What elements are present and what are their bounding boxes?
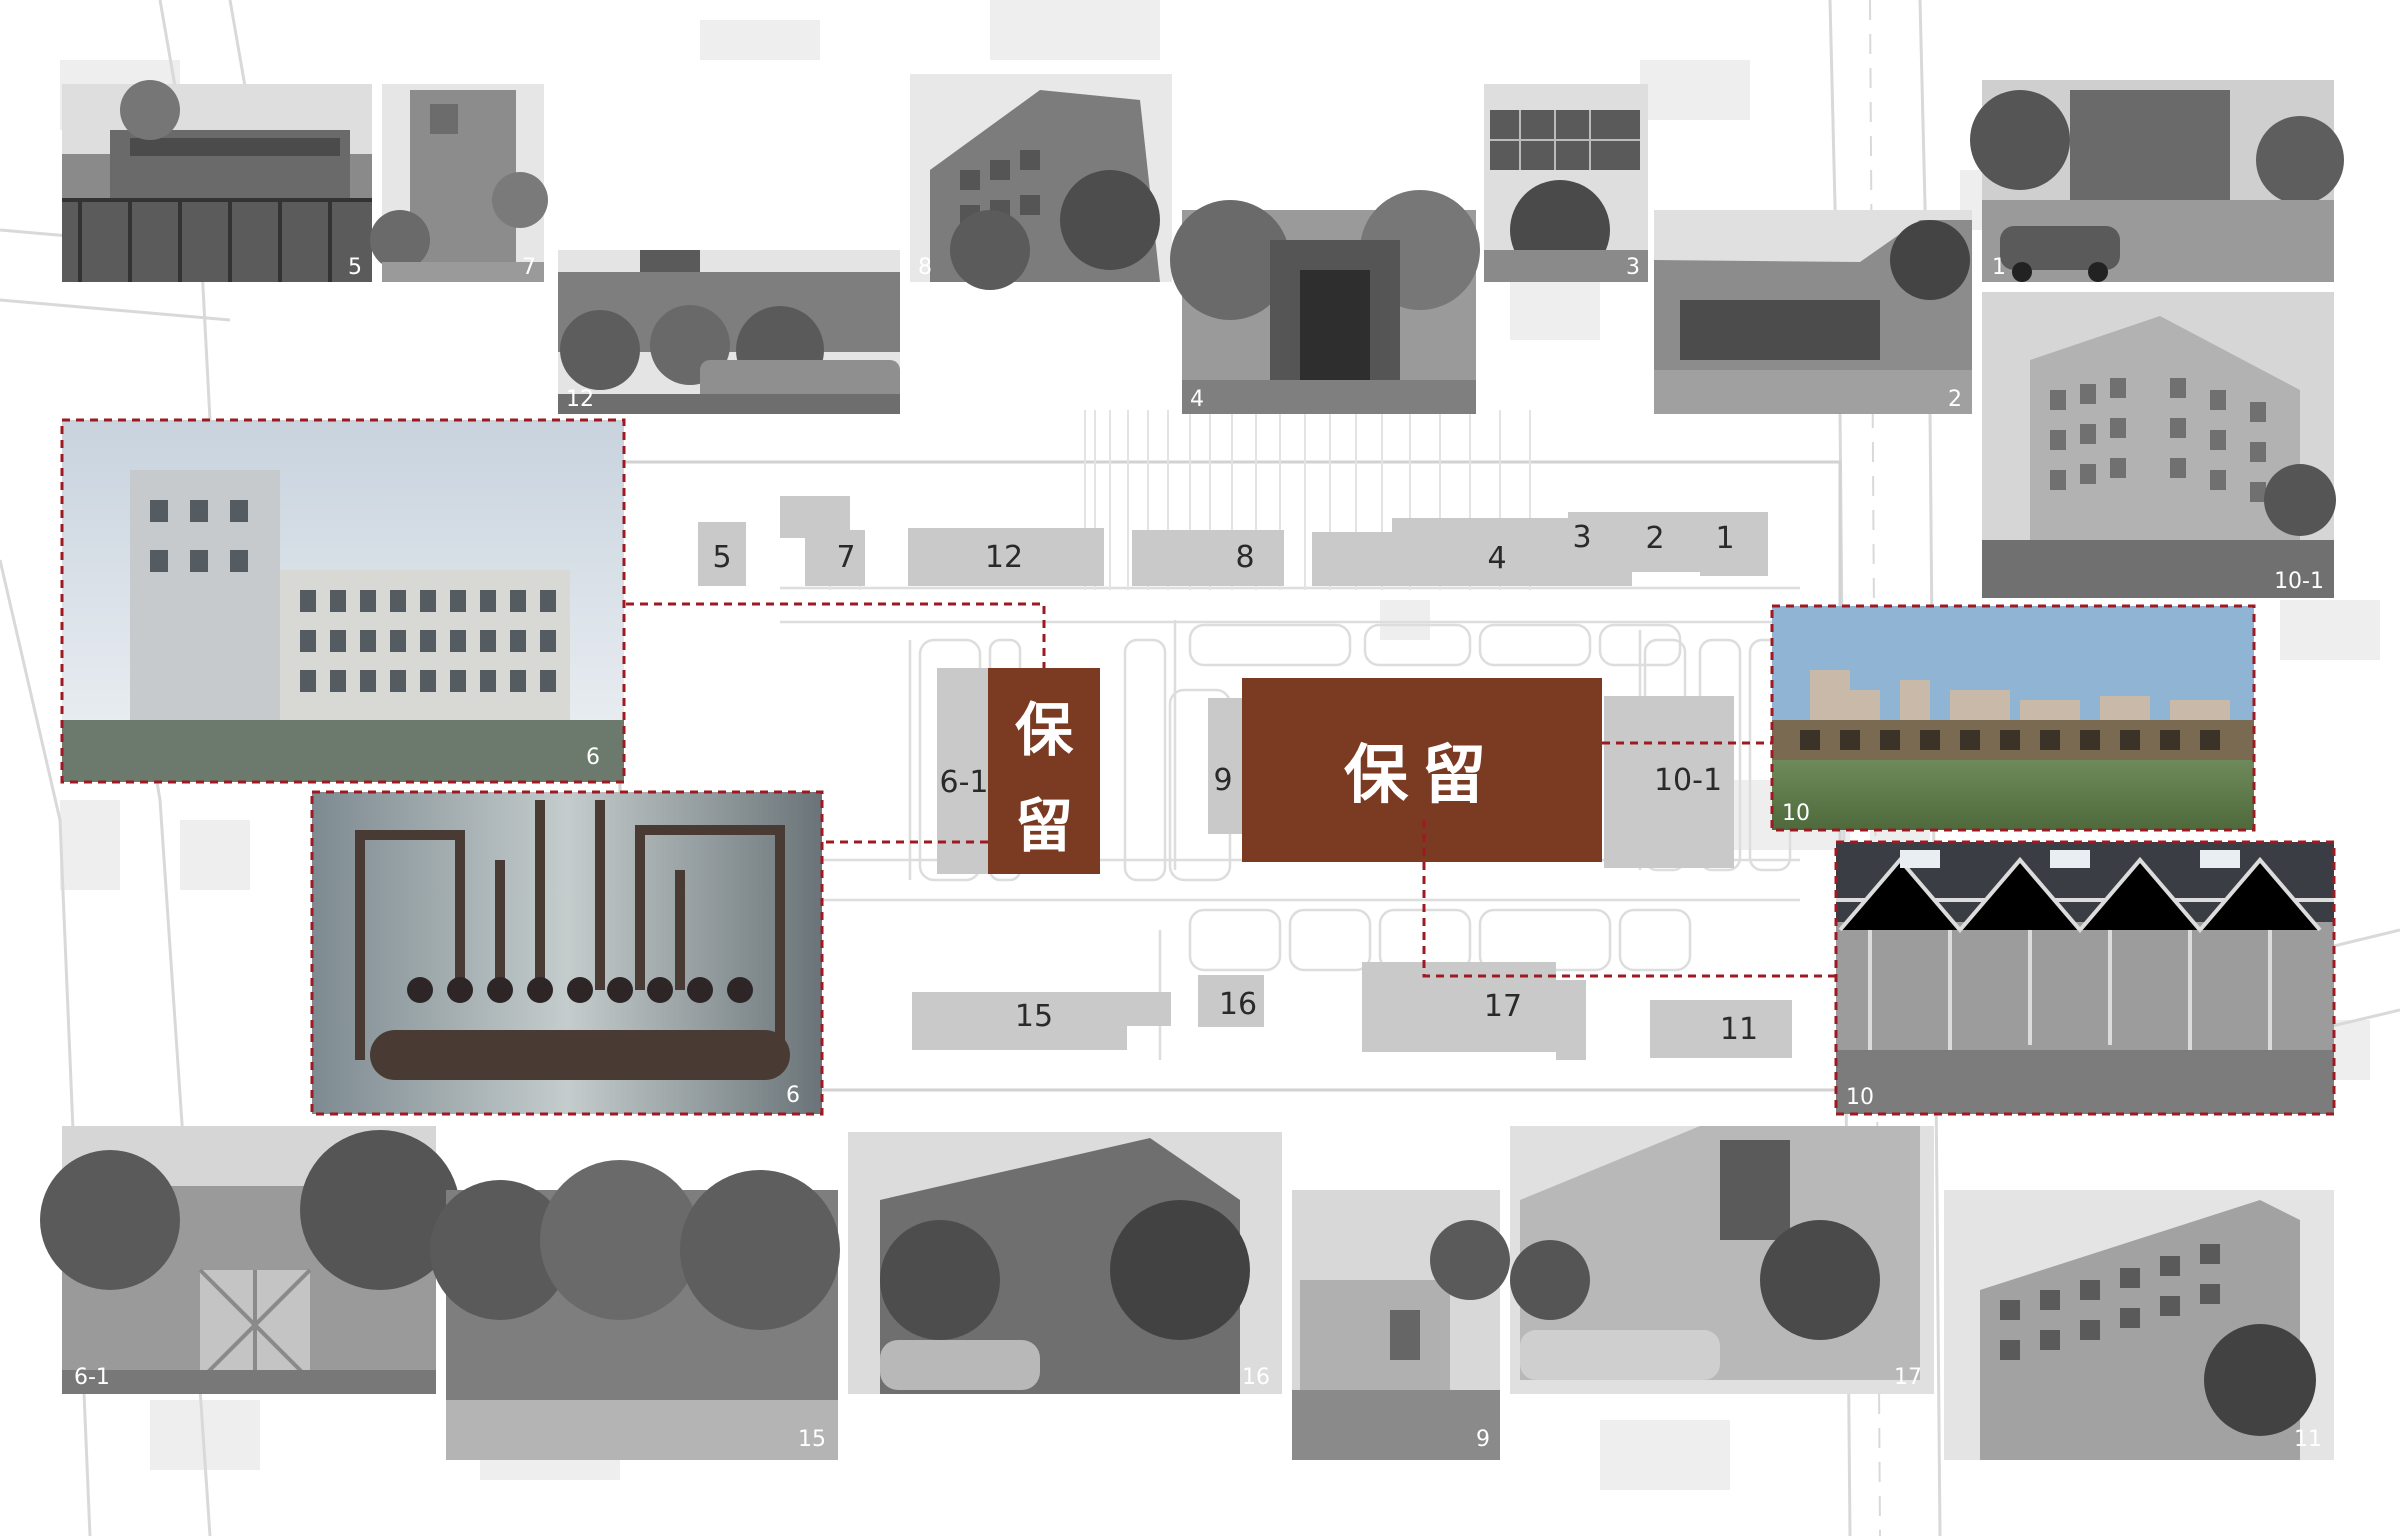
photo-building-6-interior: 6: [310, 790, 824, 1116]
building-label: 12: [985, 540, 1023, 575]
photo-building-9: 9: [1292, 1190, 1510, 1460]
photo-label: 4: [1190, 387, 1204, 412]
photo-label: 15: [798, 1427, 826, 1452]
photo-building-15: 15: [430, 1160, 840, 1460]
building-label: 8: [1235, 540, 1254, 575]
photo-building-1: 1: [1970, 80, 2344, 282]
photo-label: 5: [348, 255, 362, 280]
site-plan-diagram: 保 留 保留 5 7 12 8 4 3 2 1 6-1 9 10-1 15 16…: [0, 0, 2400, 1536]
photo-label: 1: [1992, 255, 2006, 280]
photo-building-8: 8: [910, 74, 1172, 290]
photo-label: 6-1: [74, 1365, 110, 1390]
retain-label: 保留: [1344, 739, 1500, 813]
photo-label: 7: [522, 255, 536, 280]
retain-label-vertical-top: 保: [1015, 696, 1074, 764]
photo-building-2: 2: [1654, 210, 1972, 414]
photo-building-10-1: 10-1: [1982, 292, 2336, 598]
photo-building-12: 12: [558, 250, 900, 414]
building-label: 9: [1213, 763, 1232, 798]
photo-label: 17: [1894, 1365, 1922, 1390]
building-label: 17: [1484, 989, 1522, 1024]
photo-building-10: 10: [1770, 604, 2256, 832]
photo-building-17: 17: [1510, 1126, 1934, 1394]
photo-label: 6: [586, 745, 600, 770]
photo-building-5: 5: [62, 80, 372, 282]
photo-label: 10: [1846, 1085, 1874, 1110]
photo-building-16: 16: [848, 1132, 1282, 1394]
photo-building-10-interior: 10: [1834, 840, 2336, 1116]
building-label: 11: [1720, 1012, 1758, 1047]
photo-building-6: 6: [60, 418, 626, 784]
building-label: 1: [1715, 521, 1734, 556]
photo-building-4: 4: [1170, 190, 1480, 414]
building-label: 16: [1219, 987, 1257, 1022]
building-label: 4: [1487, 541, 1506, 576]
photo-building-11: 11: [1944, 1190, 2334, 1460]
building-label: 3: [1572, 520, 1591, 555]
building-label: 6-1: [940, 765, 989, 800]
photo-building-7: 7: [370, 84, 548, 282]
photo-label: 11: [2294, 1427, 2322, 1452]
building-label: 7: [836, 540, 855, 575]
photo-building-3: 3: [1484, 84, 1648, 282]
building-label: 15: [1015, 999, 1053, 1034]
photo-label: 3: [1626, 255, 1640, 280]
photo-label: 9: [1476, 1427, 1490, 1452]
retain-label-vertical-bottom: 留: [1015, 792, 1073, 860]
photo-label: 16: [1242, 1365, 1270, 1390]
photo-label: 10: [1782, 801, 1810, 826]
photo-label: 8: [918, 255, 932, 280]
building-label: 2: [1645, 521, 1664, 556]
building-label: 5: [712, 540, 731, 575]
photo-label: 6: [786, 1083, 800, 1108]
photo-label: 2: [1948, 387, 1962, 412]
photo-label: 12: [566, 387, 594, 412]
photo-label: 10-1: [2274, 569, 2324, 594]
photo-building-6-1: 6-1: [40, 1126, 460, 1394]
retained-buildings: 保 留 保留: [988, 668, 1602, 874]
building-label: 10-1: [1654, 763, 1722, 798]
